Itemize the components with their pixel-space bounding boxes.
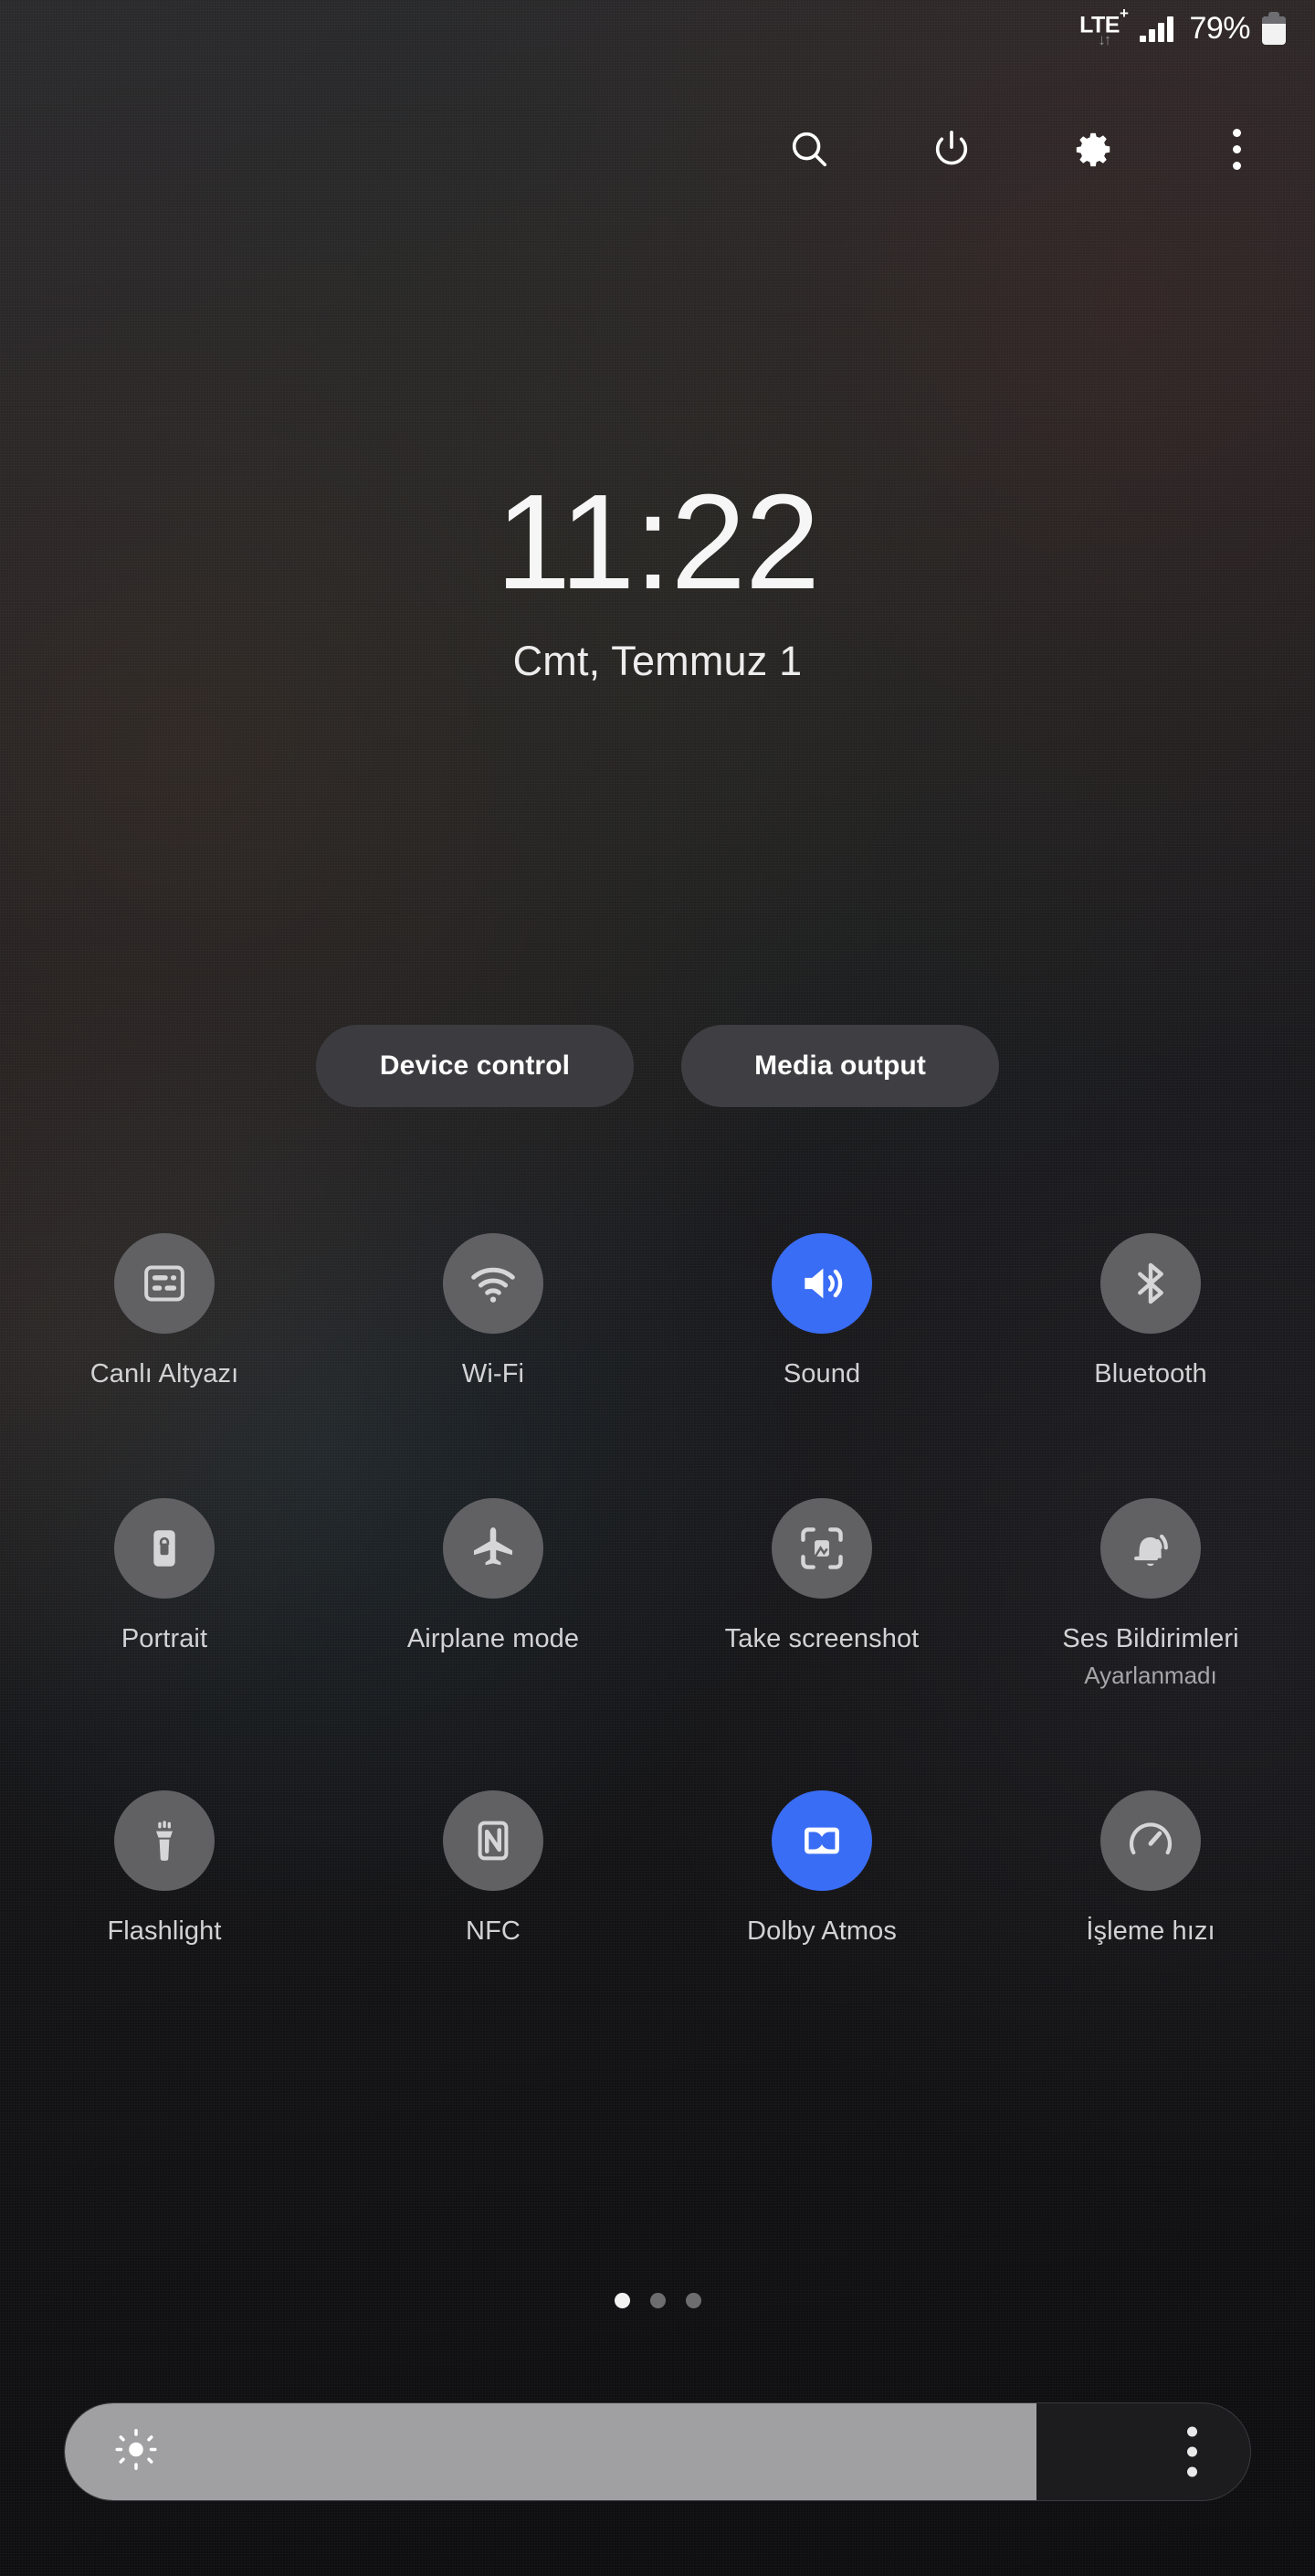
overflow-menu-icon[interactable] xyxy=(1209,121,1264,176)
toggle-label: İşleme hızı xyxy=(1086,1916,1215,1946)
toggle-label: Flashlight xyxy=(107,1916,222,1946)
device-control-button[interactable]: Device control xyxy=(316,1025,634,1107)
toggle-label: Portrait xyxy=(121,1624,208,1654)
clock-date: Cmt, Temmuz 1 xyxy=(512,638,803,684)
quick-action-pills: Device control Media output xyxy=(0,1025,1315,1107)
network-type-indicator: LTE+ ↓↑ xyxy=(1079,5,1129,48)
toggle-sound[interactable]: Sound xyxy=(658,1233,986,1390)
toggle-label: NFC xyxy=(466,1916,521,1946)
quick-settings-grid: Canlı Altyazı Wi-Fi Sound Bluetooth Port… xyxy=(0,1233,1315,1948)
clock-widget[interactable]: 11:22 Cmt, Temmuz 1 xyxy=(0,475,1315,685)
toggle-label: Canlı Altyazı xyxy=(89,1359,239,1388)
brightness-sun-icon xyxy=(112,2426,160,2478)
page-indicator xyxy=(0,2293,1315,2308)
brightness-slider[interactable] xyxy=(64,2402,1251,2501)
toggle-label: Take screenshot xyxy=(724,1624,920,1654)
toggle-bluetooth[interactable]: Bluetooth xyxy=(986,1233,1315,1390)
data-transfer-arrows: ↓↑ xyxy=(1098,30,1111,48)
toggle-airplane-mode[interactable]: Airplane mode xyxy=(329,1498,658,1689)
toggle-flashlight[interactable]: Flashlight xyxy=(0,1789,329,1948)
toggle-take-screenshot[interactable]: Take screenshot xyxy=(658,1498,986,1689)
brightness-section xyxy=(64,2402,1251,2501)
toggle-wifi[interactable]: Wi-Fi xyxy=(329,1233,658,1390)
toggle-row: Canlı Altyazı Wi-Fi Sound Bluetooth xyxy=(0,1233,1315,1390)
media-output-button[interactable]: Media output xyxy=(681,1025,999,1107)
toggle-dolby-atmos[interactable]: Dolby Atmos xyxy=(658,1789,986,1948)
page-dot-1[interactable] xyxy=(614,2293,630,2308)
brightness-overflow-menu-icon[interactable] xyxy=(1187,2426,1197,2477)
toggle-sublabel: Ayarlanmadı xyxy=(1084,1661,1217,1689)
toggle-label: Sound xyxy=(783,1359,861,1388)
screenshot-icon xyxy=(772,1498,872,1599)
live-caption-icon xyxy=(114,1233,215,1334)
gear-icon[interactable] xyxy=(1067,121,1121,176)
power-icon[interactable] xyxy=(924,121,979,176)
dolby-atmos-icon xyxy=(772,1789,872,1891)
toggle-isleme-hizi[interactable]: İşleme hızı xyxy=(986,1789,1315,1948)
toggle-nfc[interactable]: NFC xyxy=(329,1789,658,1948)
airplane-icon xyxy=(443,1498,543,1599)
battery-percentage: 79% xyxy=(1189,10,1250,46)
toggle-label: Ses Bildirimleri xyxy=(1062,1624,1239,1654)
status-bar: LTE+ ↓↑ 79% xyxy=(0,0,1315,57)
toggle-label: Dolby Atmos xyxy=(747,1916,897,1946)
toggle-row: Flashlight NFC Dolby Atmos İşleme hızı xyxy=(0,1789,1315,1948)
search-icon[interactable] xyxy=(782,121,836,176)
page-dot-3[interactable] xyxy=(685,2293,701,2308)
toggle-label: Wi-Fi xyxy=(461,1359,525,1388)
processing-speed-icon xyxy=(1100,1789,1201,1891)
toggle-portrait[interactable]: Portrait xyxy=(0,1498,329,1689)
rotation-lock-icon xyxy=(114,1498,215,1599)
panel-header-actions xyxy=(0,108,1315,190)
page-dot-2[interactable] xyxy=(649,2293,666,2308)
wifi-icon xyxy=(443,1233,543,1334)
signal-strength-icon xyxy=(1140,15,1174,42)
nfc-icon xyxy=(443,1789,543,1891)
toggle-ses-bildirimleri[interactable]: Ses Bildirimleri Ayarlanmadı xyxy=(986,1498,1315,1689)
quick-settings-panel: LTE+ ↓↑ 79% 11:22 Cmt, Temmuz 1 Device c… xyxy=(0,0,1315,2576)
sound-notification-icon xyxy=(1100,1498,1201,1599)
sound-icon xyxy=(772,1233,872,1334)
toggle-row: Portrait Airplane mode Take screenshot S… xyxy=(0,1498,1315,1689)
toggle-label: Airplane mode xyxy=(406,1624,580,1654)
bluetooth-icon xyxy=(1100,1233,1201,1334)
toggle-label: Bluetooth xyxy=(1094,1359,1207,1388)
network-type-plus: + xyxy=(1120,5,1129,23)
brightness-fill xyxy=(65,2403,1037,2500)
battery-icon xyxy=(1262,12,1286,45)
toggle-canli-altyazi[interactable]: Canlı Altyazı xyxy=(0,1233,329,1390)
clock-time: 11:22 xyxy=(495,467,820,618)
flashlight-icon xyxy=(114,1789,215,1891)
